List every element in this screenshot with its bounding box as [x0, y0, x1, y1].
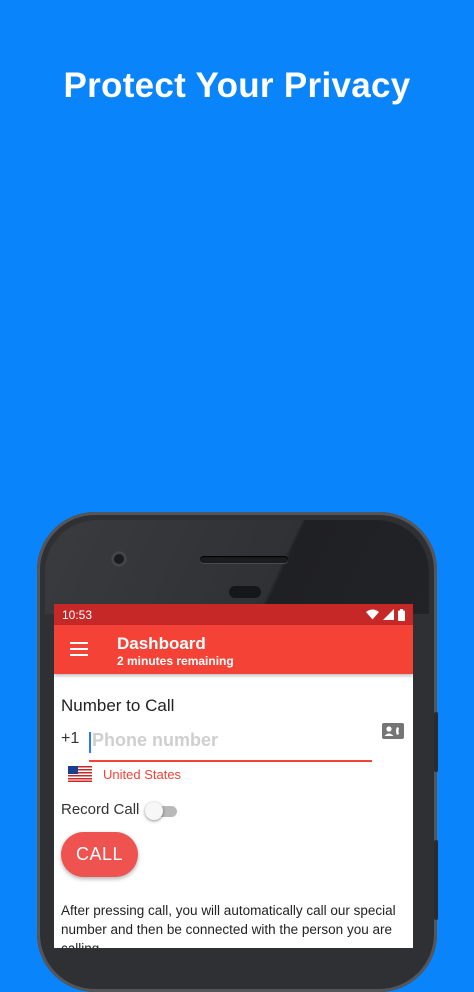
toggle-thumb: [145, 802, 163, 820]
menu-icon[interactable]: [70, 642, 88, 656]
front-camera-icon: [111, 551, 127, 567]
phone-side-button: [434, 840, 438, 920]
phone-number-input[interactable]: [90, 726, 362, 754]
record-call-toggle[interactable]: [145, 801, 179, 821]
battery-icon: [398, 608, 405, 621]
country-selector[interactable]: United States: [103, 767, 181, 782]
contact-card-icon[interactable]: [382, 723, 404, 739]
app-subtitle: 2 minutes remaining: [117, 654, 234, 668]
phone-side-button: [434, 712, 438, 772]
speaker-grille: [200, 556, 288, 563]
status-icons: [366, 608, 405, 621]
call-button[interactable]: CALL: [61, 832, 138, 877]
wifi-icon: [366, 609, 379, 620]
input-underline: [89, 760, 372, 762]
info-text: After pressing call, you will automatica…: [61, 903, 396, 948]
app-bar: Dashboard 2 minutes remaining: [54, 625, 413, 674]
app-title: Dashboard: [117, 634, 206, 653]
status-bar: 10:53: [54, 604, 413, 625]
phone-screen: 10:53 Dashboard 2 minutes remaining Numb…: [54, 604, 413, 948]
section-title: Number to Call: [61, 696, 175, 715]
phone-top-bezel: [45, 520, 429, 614]
us-flag-icon[interactable]: [68, 766, 92, 782]
headline: Protect Your Privacy: [63, 66, 411, 105]
signal-icon: [383, 609, 394, 620]
proximity-sensor: [229, 586, 261, 598]
country-code: +1: [61, 730, 80, 747]
record-call-label: Record Call: [61, 801, 140, 818]
text-cursor: [89, 732, 91, 753]
status-time: 10:53: [62, 607, 93, 622]
